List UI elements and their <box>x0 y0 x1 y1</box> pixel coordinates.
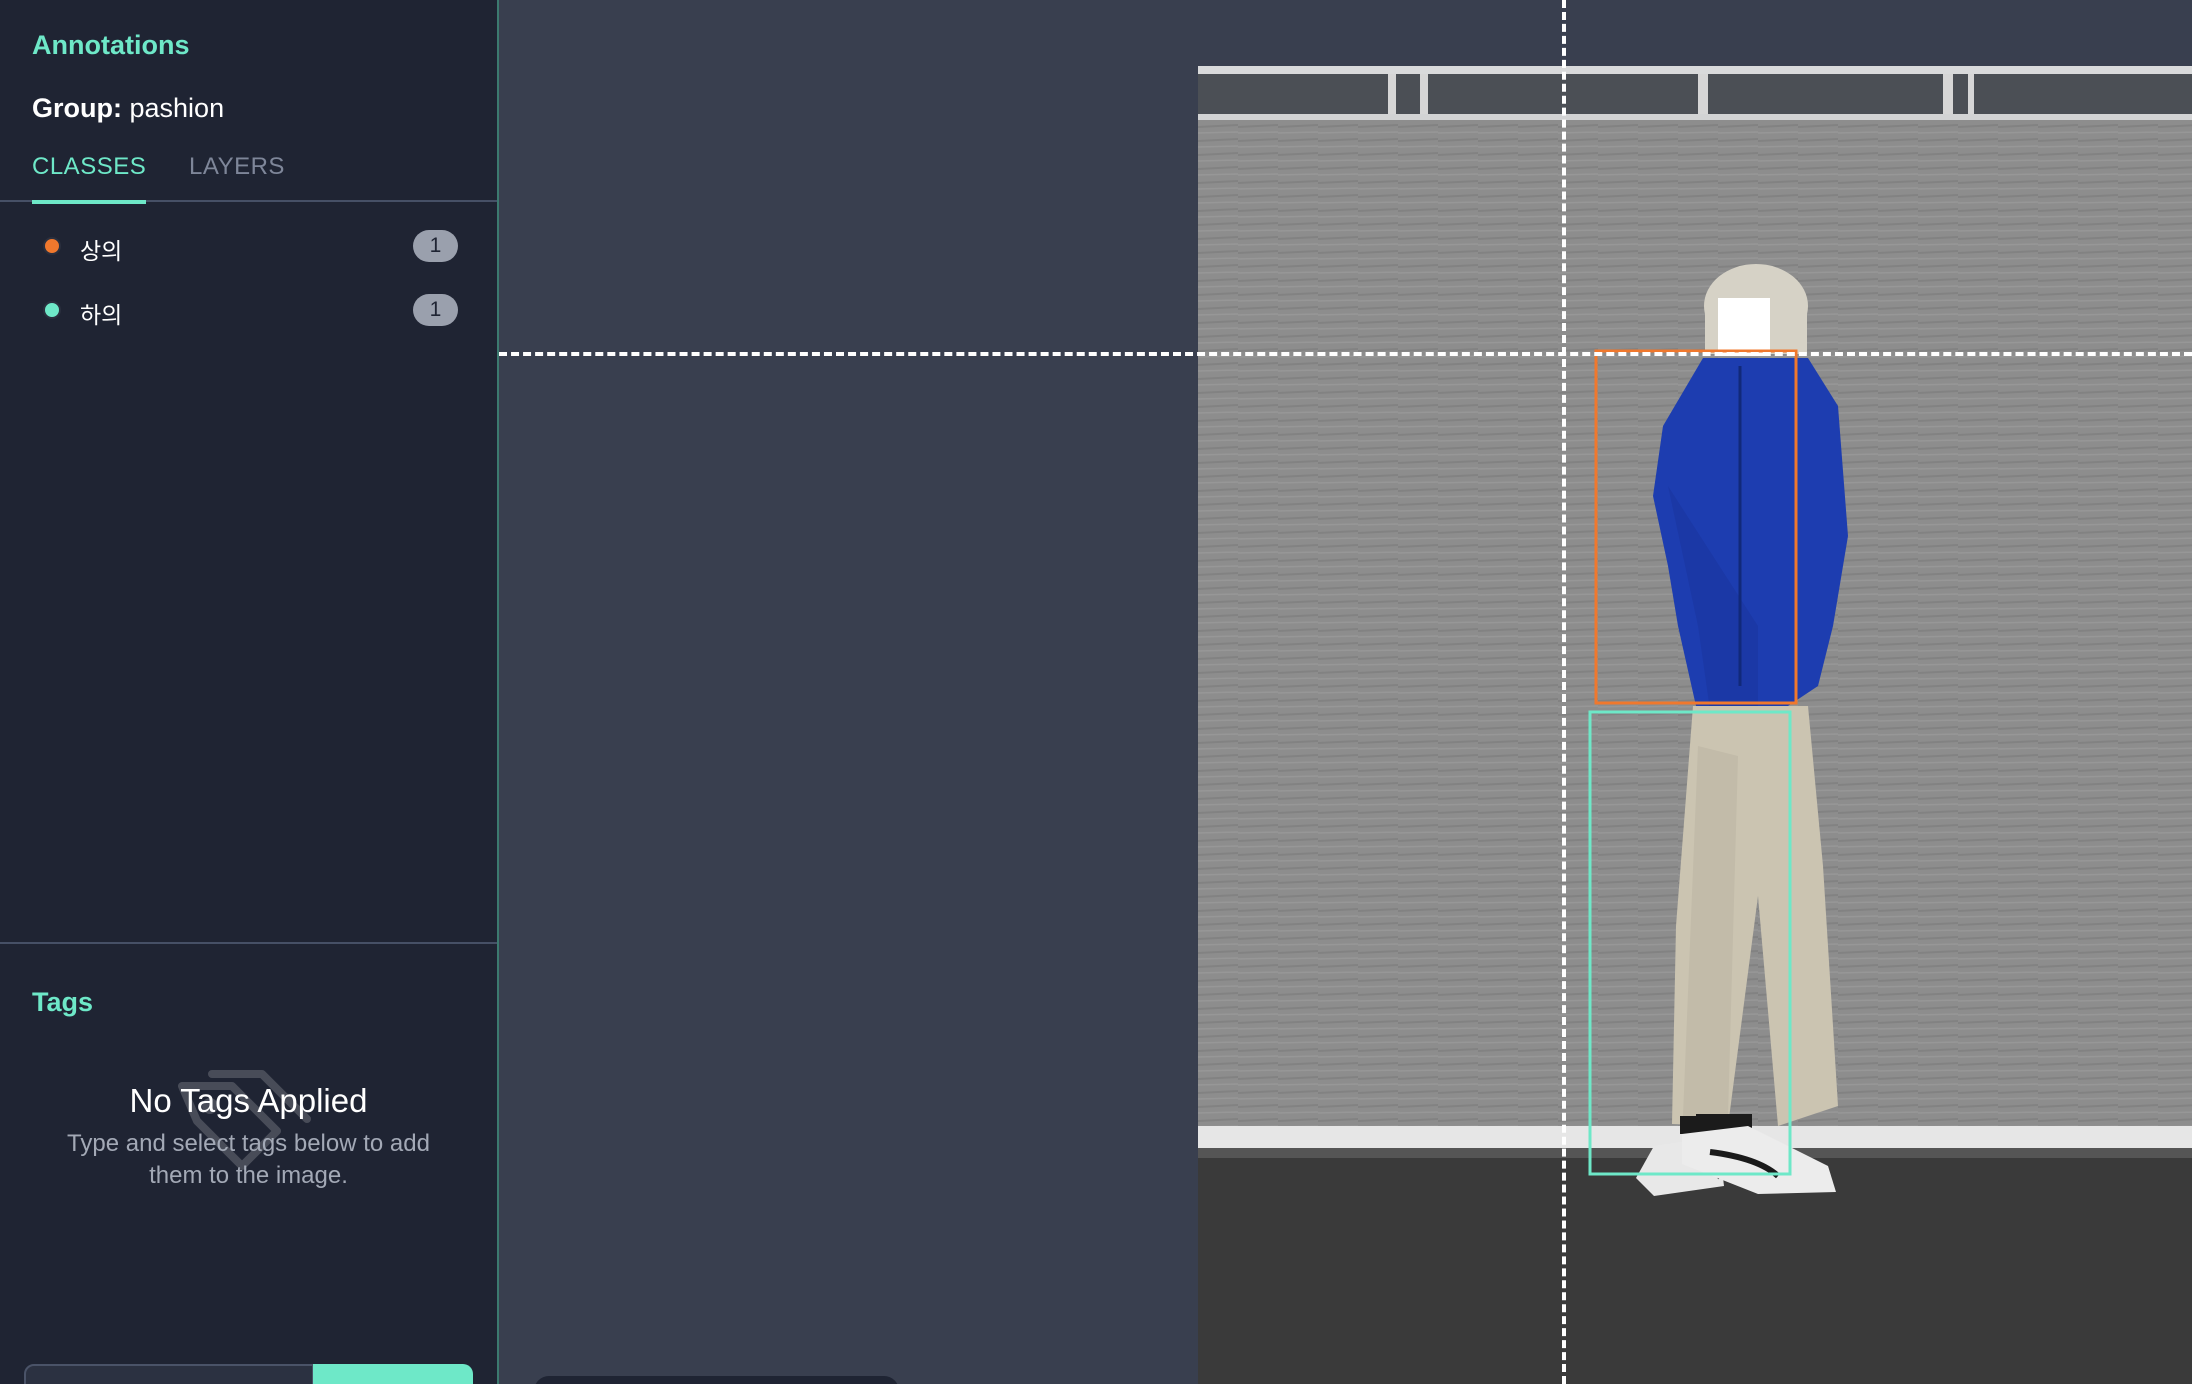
tab-classes[interactable]: CLASSES <box>32 152 147 204</box>
class-color-dot <box>43 301 61 319</box>
group-label: Group: <box>32 93 122 123</box>
class-label: 상의 <box>80 238 123 264</box>
sidebar-tabs: CLASSES LAYERS <box>0 152 497 204</box>
empty-tags-state: No Tags Applied Type and select tags bel… <box>0 1060 497 1220</box>
class-item-top[interactable]: 상의 1 <box>0 220 497 270</box>
crosshair-horizontal <box>499 352 2192 356</box>
tag-search-input[interactable] <box>24 1364 314 1384</box>
divider <box>0 942 497 944</box>
annotated-image[interactable] <box>1198 66 2192 1384</box>
annotations-sidebar: Annotations Group: pashion CLASSES LAYER… <box>0 0 499 1384</box>
add-tag-button[interactable] <box>313 1364 473 1384</box>
empty-tags-description: Type and select tags below to add them t… <box>67 1130 430 1189</box>
canvas-toolbar[interactable] <box>534 1376 899 1384</box>
tags-title: Tags <box>32 987 94 1017</box>
annotation-app: Annotations Group: pashion CLASSES LAYER… <box>0 0 2192 1384</box>
annotation-canvas[interactable] <box>499 0 2192 1384</box>
tab-layers[interactable]: LAYERS <box>189 152 285 202</box>
group-info: Group: pashion <box>32 93 224 124</box>
photo <box>1198 66 2192 1384</box>
class-count-badge: 1 <box>413 294 458 326</box>
class-count-badge: 1 <box>413 230 458 262</box>
class-item-bottom[interactable]: 하의 1 <box>0 284 497 334</box>
crosshair-vertical <box>1562 0 1566 1384</box>
class-color-dot <box>43 237 61 255</box>
empty-tags-title: No Tags Applied <box>129 1082 368 1119</box>
annotations-title: Annotations <box>32 30 190 60</box>
group-name: pashion <box>129 93 225 123</box>
class-label: 하의 <box>80 302 123 328</box>
